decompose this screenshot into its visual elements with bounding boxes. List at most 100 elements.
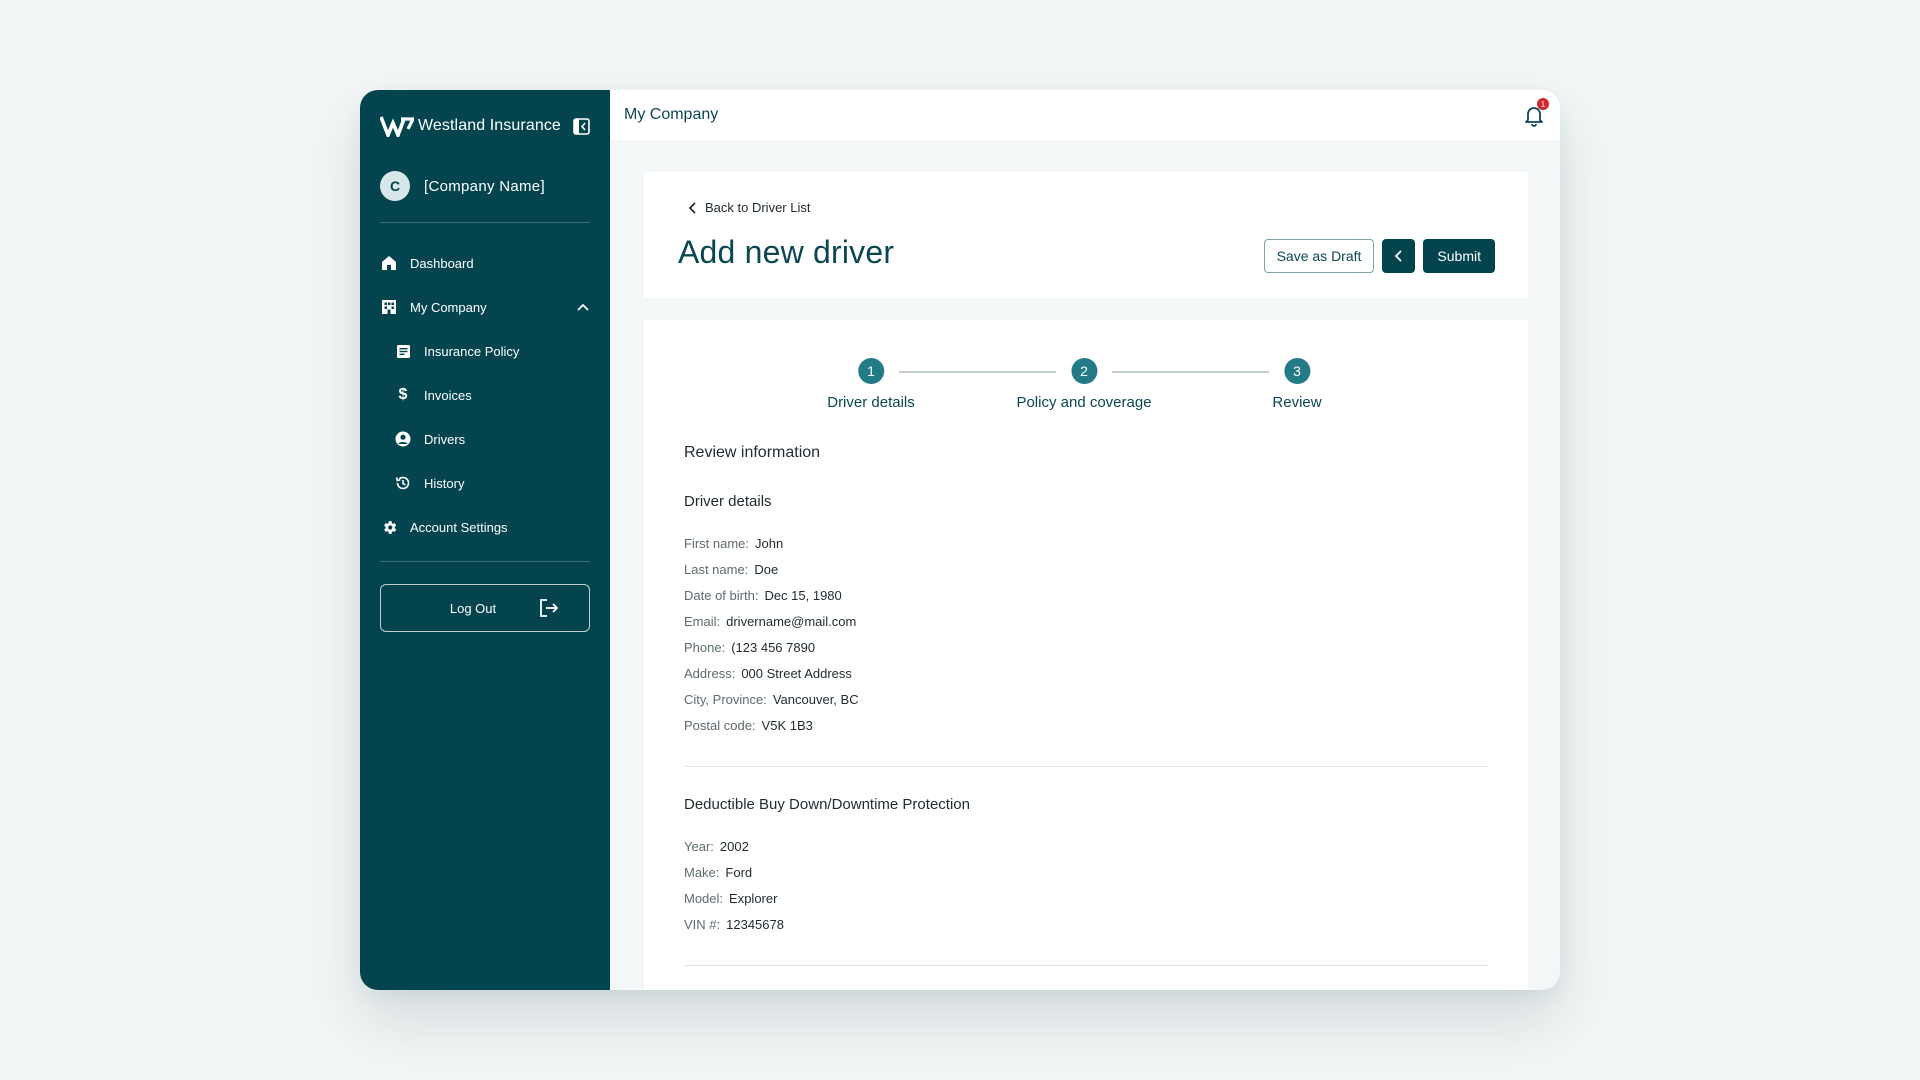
company-selector[interactable]: C [Company Name]: [380, 164, 590, 208]
history-icon: [394, 474, 412, 492]
field-label: Address:: [684, 665, 736, 681]
field-first-name: First name: John: [684, 530, 783, 556]
field-value: 2002: [719, 838, 749, 854]
field-vin: VIN #: 12345678: [684, 911, 784, 937]
back-link-label: Back to Driver List: [705, 200, 811, 215]
field-label: Year:: [684, 838, 714, 854]
step-label: Policy and coverage: [1016, 394, 1152, 411]
back-link[interactable]: Back to Driver List: [688, 200, 810, 215]
field-year: Year: 2002: [684, 833, 749, 859]
section-divider: [684, 766, 1488, 767]
field-value: (123 456 7890: [731, 639, 816, 655]
sidebar-item-label: Drivers: [424, 431, 466, 447]
page-header-card: Back to Driver List Add new driver Save …: [644, 172, 1528, 298]
chevron-up-icon[interactable]: [576, 300, 590, 314]
field-label: Phone:: [684, 639, 726, 655]
step-driver-details[interactable]: 1 Driver details: [827, 358, 915, 411]
field-label: Model:: [684, 890, 724, 906]
app-window: Westland Insurance C [Company Name] Dash…: [360, 90, 1560, 990]
field-city-province: City, Province: Vancouver, BC: [684, 686, 859, 712]
sidebar-item-invoices[interactable]: $ Invoices: [380, 373, 590, 417]
sidebar-item-label: Dashboard: [410, 255, 474, 271]
field-value: Doe: [754, 561, 779, 577]
field-label: City, Province:: [684, 691, 767, 707]
sidebar-item-dashboard[interactable]: Dashboard: [380, 241, 590, 285]
field-value: 000 Street Address: [741, 665, 852, 681]
field-date-of-birth: Date of birth: Dec 15, 1980: [684, 582, 842, 608]
field-label: Last name:: [684, 561, 749, 577]
page-title: Add new driver: [678, 234, 895, 270]
field-value: Explorer: [729, 890, 778, 906]
step-policy-coverage[interactable]: 2 Policy and coverage: [1016, 358, 1152, 411]
building-icon: [380, 298, 398, 316]
dollar-icon: $: [398, 386, 408, 403]
notifications-button[interactable]: 1: [1522, 98, 1549, 127]
user-circle-icon: [394, 430, 412, 448]
field-label: Postal code:: [684, 717, 756, 733]
sidebar-item-label: Invoices: [424, 387, 472, 403]
vehicle-section-title: Deductible Buy Down/Downtime Protection: [684, 796, 970, 813]
field-value: Vancouver, BC: [772, 691, 859, 707]
step-label: Review: [1272, 394, 1322, 411]
topbar: My Company 1: [610, 90, 1560, 140]
field-postal-code: Postal code: V5K 1B3: [684, 712, 813, 738]
step-number: 2: [1071, 358, 1097, 384]
previous-step-button[interactable]: [1382, 239, 1416, 273]
topbar-title: My Company: [624, 106, 719, 123]
sidebar-item-label: Account Settings: [410, 519, 508, 535]
chevron-left-icon: [688, 201, 696, 214]
field-label: Email:: [684, 613, 721, 629]
step-number: 1: [858, 358, 884, 384]
field-value: Ford: [725, 864, 753, 880]
field-last-name: Last name: Doe: [684, 556, 778, 582]
step-label: Driver details: [827, 394, 915, 411]
sidebar-item-label: History: [424, 475, 465, 491]
notification-badge: 1: [1537, 98, 1549, 110]
field-phone: Phone: (123 456 7890: [684, 634, 815, 660]
field-value: Dec 15, 1980: [764, 587, 842, 603]
logout-button[interactable]: Log Out: [380, 584, 590, 632]
stepper: 1 Driver details 2 Policy and coverage 3…: [644, 358, 1528, 418]
save-draft-button[interactable]: Save as Draft: [1263, 239, 1375, 273]
header-actions: Save as Draft Submit: [1263, 239, 1495, 273]
sidebar-item-history[interactable]: History: [380, 461, 590, 505]
logout-label: Log Out: [449, 600, 497, 616]
westland-logo-icon: [380, 116, 414, 137]
sidebar-item-account-settings[interactable]: Account Settings: [380, 505, 590, 549]
sidebar-item-drivers[interactable]: Drivers: [380, 417, 590, 461]
field-label: VIN #:: [684, 916, 721, 932]
avatar: C: [380, 171, 410, 201]
chevron-left-icon: [1394, 250, 1402, 262]
logout-icon: [540, 599, 559, 617]
field-email: Email: drivername@mail.com: [684, 608, 856, 634]
sidebar-item-label: My Company: [410, 299, 487, 315]
brand-name: Westland Insurance: [418, 117, 561, 134]
field-label: Date of birth:: [684, 587, 759, 603]
main-content: My Company 1 Back to Driver List Add new…: [610, 90, 1560, 990]
review-card: 1 Driver details 2 Policy and coverage 3…: [644, 320, 1528, 990]
review-title: Review information: [684, 444, 821, 461]
sidebar-item-my-company[interactable]: My Company: [380, 285, 590, 329]
field-value: John: [755, 535, 784, 551]
field-value: 12345678: [726, 916, 784, 932]
field-label: Make:: [684, 864, 720, 880]
sidebar-item-label: Insurance Policy: [424, 343, 520, 359]
field-model: Model: Explorer: [684, 885, 777, 911]
field-value: drivername@mail.com: [726, 613, 857, 629]
home-icon: [380, 254, 398, 272]
document-icon: [394, 342, 412, 360]
field-make: Make: Ford: [684, 859, 752, 885]
collapse-sidebar-icon[interactable]: [573, 117, 590, 135]
company-name: [Company Name]: [424, 177, 545, 195]
field-value: V5K 1B3: [761, 717, 813, 733]
sidebar: Westland Insurance C [Company Name] Dash…: [360, 90, 610, 990]
gear-icon: [380, 518, 398, 536]
driver-details-title: Driver details: [684, 493, 772, 510]
sidebar-divider: [380, 222, 590, 223]
step-number: 3: [1284, 358, 1310, 384]
sidebar-item-insurance-policy[interactable]: Insurance Policy: [380, 329, 590, 373]
step-review[interactable]: 3 Review: [1272, 358, 1322, 411]
field-label: First name:: [684, 535, 750, 551]
section-divider: [684, 965, 1488, 966]
submit-button[interactable]: Submit: [1423, 239, 1495, 273]
